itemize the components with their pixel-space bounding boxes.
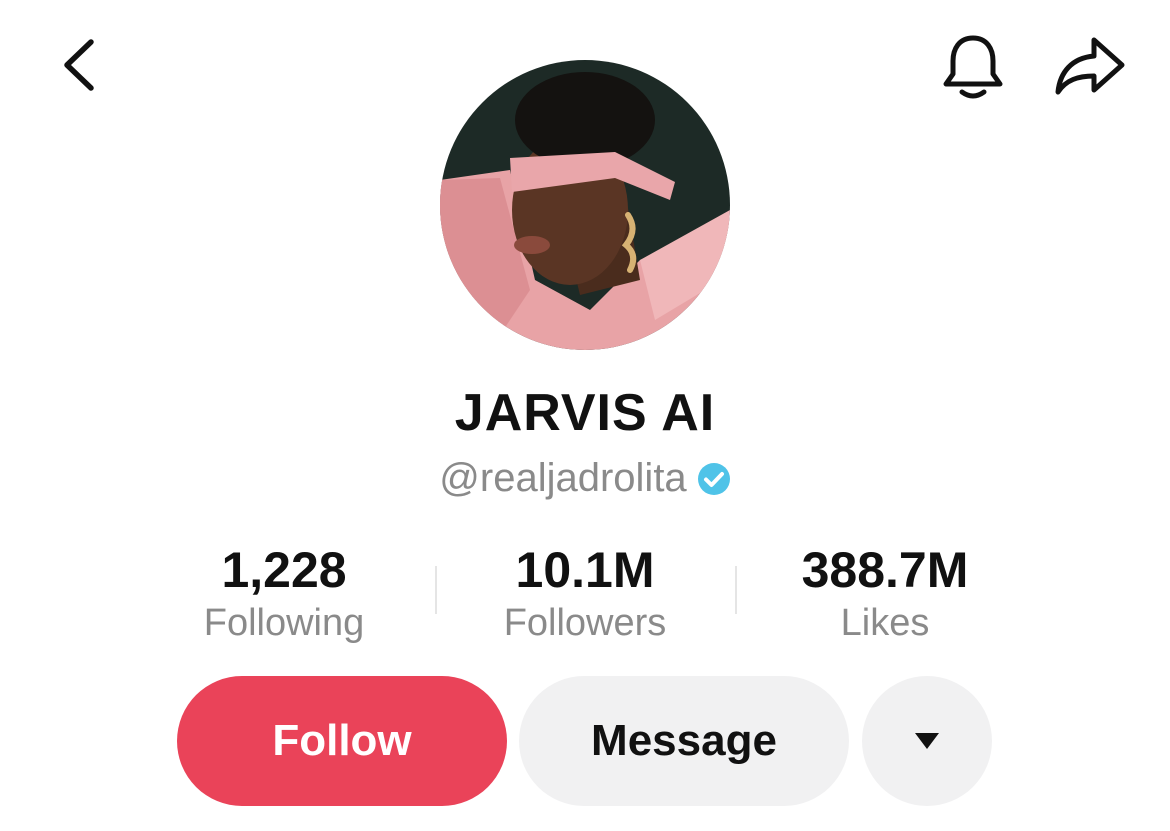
chevron-left-icon [64,39,94,91]
back-button[interactable] [44,30,114,100]
bell-icon [943,35,1003,99]
avatar[interactable] [440,60,730,350]
username-handle: @realjadrolita [439,456,687,500]
followers-count: 10.1M [515,542,655,598]
verified-badge-icon [697,462,730,495]
follow-button[interactable]: Follow [177,676,507,806]
message-button[interactable]: Message [519,676,849,806]
stat-followers[interactable]: 10.1M Followers [435,540,735,646]
display-name: JARVIS AI [454,384,716,442]
more-options-button[interactable] [862,676,992,806]
stat-following[interactable]: 1,228 Following [134,540,434,646]
following-label: Following [203,602,365,644]
caret-down-icon [915,733,939,749]
avatar-image [440,60,730,350]
likes-count: 388.7M [801,542,969,598]
following-count: 1,228 [221,542,347,598]
share-button[interactable] [1045,28,1135,106]
likes-label: Likes [840,602,930,644]
notification-button[interactable] [928,28,1018,106]
share-arrow-icon [1055,37,1125,95]
stat-likes: 388.7M Likes [735,540,1035,646]
followers-label: Followers [503,602,667,644]
handle-row: @realjadrolita [0,456,1170,501]
